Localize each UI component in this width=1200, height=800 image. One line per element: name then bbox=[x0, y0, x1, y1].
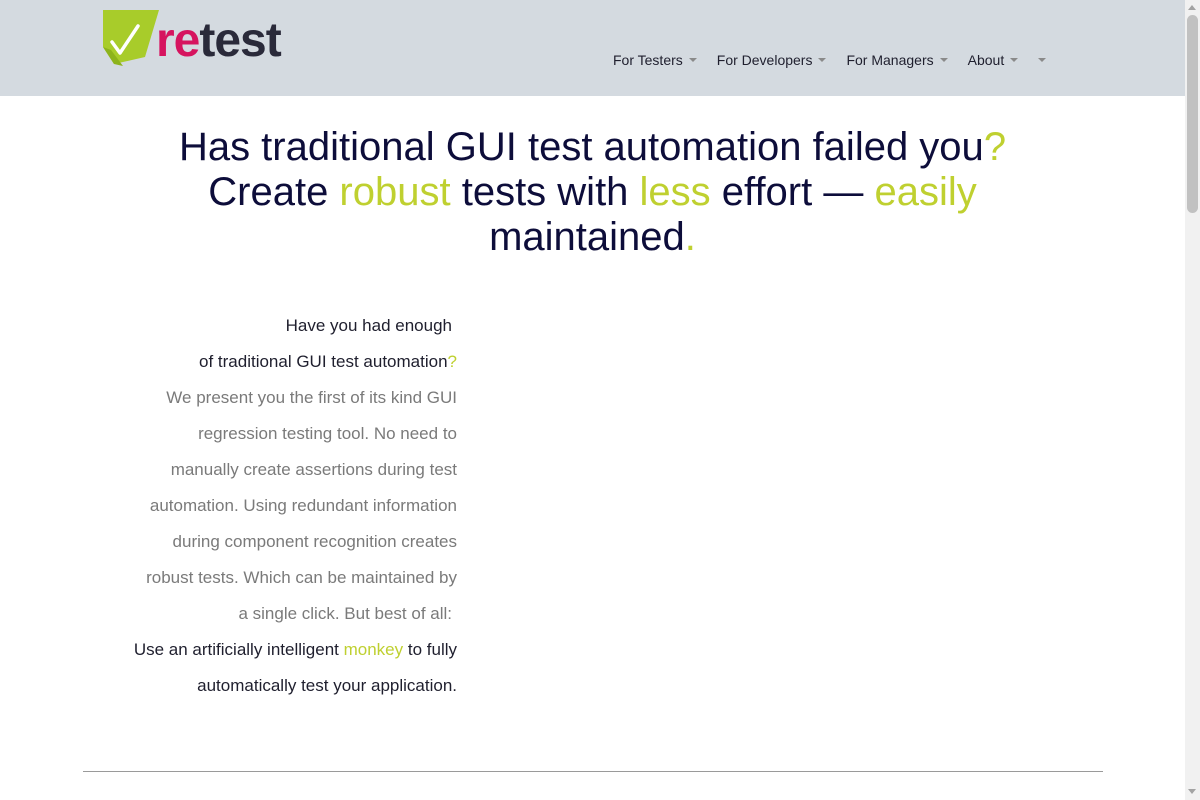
nav-for-testers[interactable]: For Testers bbox=[603, 52, 707, 68]
intro-monkey-line-1: Use an artificially intelligent monkey t… bbox=[120, 632, 457, 668]
nav-label: For Testers bbox=[613, 52, 683, 68]
hero-accent: robust bbox=[339, 170, 451, 214]
hero-heading: Has traditional GUI test automation fail… bbox=[0, 125, 1185, 260]
logo-test: test bbox=[199, 14, 281, 67]
intro-text-span: to fully bbox=[403, 640, 457, 659]
nav-label: About bbox=[967, 52, 1005, 68]
logo-mark-icon bbox=[103, 10, 159, 66]
intro-paragraph-line: a single click. But best of all: bbox=[238, 604, 452, 623]
nav-more-dropdown[interactable] bbox=[1028, 47, 1056, 73]
intro-question-line-1: Have you had enough bbox=[285, 316, 452, 335]
intro-accent: ? bbox=[447, 352, 457, 371]
nav-for-developers[interactable]: For Developers bbox=[707, 52, 837, 68]
intro-paragraph-line: robust tests. Which can be maintained by bbox=[146, 568, 457, 587]
nav-about[interactable]: About bbox=[958, 52, 1029, 68]
logo-wordmark: retest bbox=[156, 13, 282, 69]
hero-text: tests with bbox=[450, 170, 640, 214]
nav-label: For Developers bbox=[716, 52, 813, 68]
hero-accent: easily bbox=[874, 170, 977, 214]
logo-re: re bbox=[156, 14, 200, 67]
intro-paragraph-line: manually create assertions during test bbox=[170, 460, 457, 479]
hero-accent: . bbox=[684, 215, 696, 259]
intro-text-span: Use an artificially intelligent bbox=[133, 640, 344, 659]
scroll-down-arrow-icon[interactable] bbox=[1188, 789, 1196, 794]
hero-accent: ? bbox=[983, 125, 1007, 169]
intro-monkey-line-2: automatically test your application. bbox=[197, 676, 457, 695]
intro-text-span: of traditional GUI test automation bbox=[199, 352, 448, 371]
intro-paragraph-line: regression testing tool. No need to bbox=[198, 424, 457, 443]
hero-text: Has traditional GUI test automation fail… bbox=[178, 125, 984, 169]
nav-for-managers[interactable]: For Managers bbox=[836, 52, 957, 68]
caret-down-icon bbox=[1010, 58, 1019, 62]
page: retest For Testers For Developers For Ma… bbox=[0, 0, 1200, 800]
page-content: retest For Testers For Developers For Ma… bbox=[0, 0, 1185, 800]
hero-text: Create bbox=[208, 170, 340, 214]
caret-down-icon bbox=[688, 58, 697, 62]
intro-question-line-2: of traditional GUI test automation? bbox=[120, 344, 457, 380]
main-nav: For Testers For Developers For Managers … bbox=[603, 47, 1056, 73]
section-divider bbox=[83, 771, 1103, 772]
intro-paragraph-line: automation. Using redundant information bbox=[149, 496, 457, 515]
monkey-link[interactable]: monkey bbox=[344, 640, 404, 659]
hero-line-1: Has traditional GUI test automation fail… bbox=[0, 125, 1185, 170]
caret-down-icon bbox=[939, 58, 948, 62]
vertical-scrollbar[interactable] bbox=[1185, 0, 1200, 800]
hero-accent: less bbox=[639, 170, 711, 214]
hero-line-3: maintained. bbox=[0, 215, 1185, 260]
retest-logo[interactable]: retest bbox=[102, 9, 292, 67]
scrollbar-thumb[interactable] bbox=[1187, 15, 1198, 213]
intro-text: Have you had enough of traditional GUI t… bbox=[120, 308, 457, 704]
hero-text: effort — bbox=[710, 170, 875, 214]
scroll-up-arrow-icon[interactable] bbox=[1188, 5, 1196, 10]
intro-paragraph-line: during component recognition creates bbox=[172, 532, 457, 551]
site-header: retest For Testers For Developers For Ma… bbox=[0, 0, 1185, 96]
caret-down-icon bbox=[818, 58, 827, 62]
hero-text: maintained bbox=[489, 215, 685, 259]
caret-down-icon bbox=[1038, 58, 1047, 62]
intro-paragraph-line: We present you the first of its kind GUI bbox=[166, 388, 457, 407]
hero-line-2: Create robust tests with less effort — e… bbox=[0, 170, 1185, 215]
nav-label: For Managers bbox=[846, 52, 934, 68]
